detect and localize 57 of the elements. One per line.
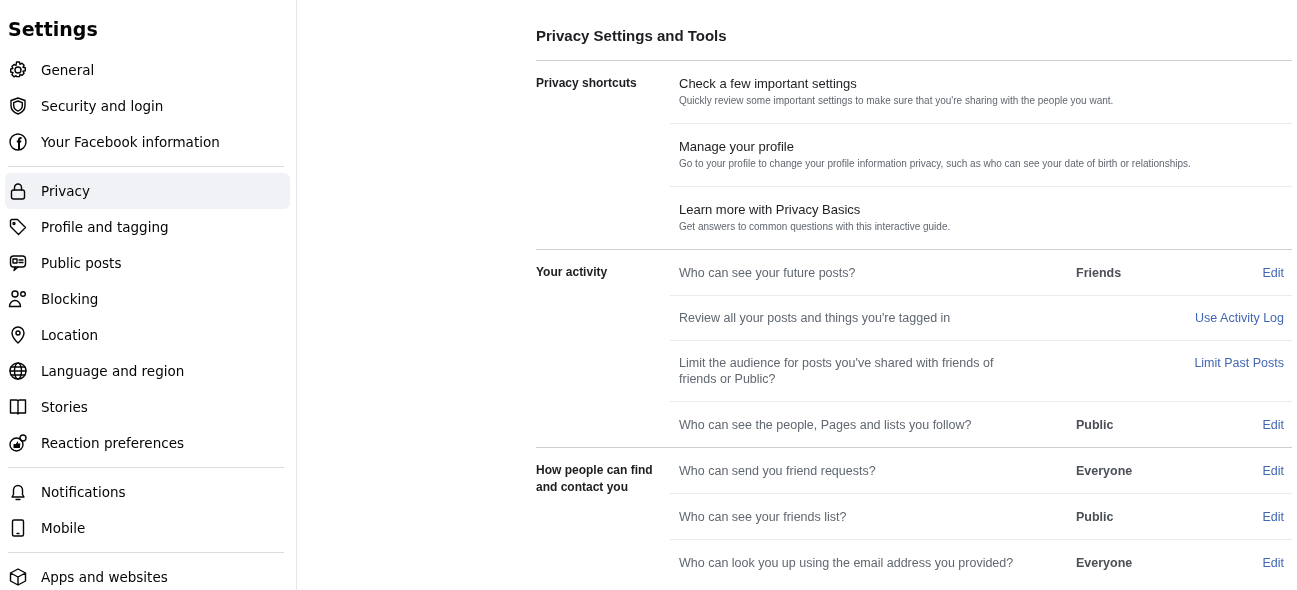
bell-icon <box>8 482 28 502</box>
sidebar-item[interactable]: Apps and websites <box>5 559 290 590</box>
sidebar-item[interactable]: Mobile <box>5 510 290 546</box>
sidebar-item[interactable]: Stories <box>5 389 290 425</box>
setting-question: Review all your posts and things you're tagged in <box>679 310 952 326</box>
setting-question: Who can look you up using the email address you provided? <box>679 555 1015 571</box>
page-title: Privacy Settings and Tools <box>536 26 728 46</box>
action-link[interactable]: Limit Past Posts <box>1194 355 1284 371</box>
shortcut-link[interactable]: Manage your profile <box>679 139 794 155</box>
action-link[interactable]: Edit <box>1262 265 1284 281</box>
sidebar-item[interactable]: Reaction preferences <box>5 425 290 461</box>
people-icon <box>8 289 28 309</box>
sidebar-item[interactable]: General <box>5 52 290 88</box>
setting-question: Who can see your future posts? <box>679 265 857 281</box>
setting-value: Public <box>1076 418 1114 432</box>
sidebar-item[interactable]: Public posts <box>5 245 290 281</box>
sidebar-title: Settings <box>7 17 99 42</box>
gear-icon <box>8 60 28 80</box>
setting-value: Friends <box>1076 266 1122 280</box>
shortcut-description: Quickly review some important settings to make sure that you're sharing with the people you want. <box>679 94 1114 108</box>
globe-icon <box>8 361 28 381</box>
section-label: Privacy shortcuts <box>536 75 638 92</box>
speech-bubble-icon <box>8 253 28 273</box>
setting-question: Who can see your friends list? <box>679 509 848 525</box>
setting-value: Public <box>1076 510 1114 524</box>
shortcut-link[interactable]: Check a few important settings <box>679 76 857 92</box>
shortcut-link[interactable]: Learn more with Privacy Basics <box>679 202 861 218</box>
circle-f-icon <box>8 132 28 152</box>
cube-icon <box>8 567 28 587</box>
book-icon <box>8 397 28 417</box>
location-pin-icon <box>8 325 28 345</box>
shortcut-description: Go to your profile to change your profile information privacy, such as who can see your date of birth or relationships. <box>679 157 1191 171</box>
sidebar-item[interactable]: Privacy <box>5 173 290 209</box>
shield-icon <box>8 96 28 116</box>
section-label: Your activity <box>536 264 609 281</box>
sidebar-item[interactable]: Language and region <box>5 353 290 389</box>
setting-question: Limit the audience for posts you've shared with friends of friends or Public? <box>679 355 995 387</box>
setting-value: Everyone <box>1076 464 1133 478</box>
setting-value: Everyone <box>1076 556 1133 570</box>
thumbs-up-icon <box>8 433 28 453</box>
setting-question: Who can see the people, Pages and lists you follow? <box>679 417 973 433</box>
sidebar-item[interactable]: Your Facebook information <box>5 124 290 160</box>
action-link[interactable]: Edit <box>1262 463 1284 479</box>
tag-icon <box>8 217 28 237</box>
sidebar-item[interactable]: Security and login <box>5 88 290 124</box>
section-label: How people can find and contact you <box>536 462 654 496</box>
action-link[interactable]: Edit <box>1262 417 1284 433</box>
action-link[interactable]: Edit <box>1262 509 1284 525</box>
sidebar-item[interactable]: Location <box>5 317 290 353</box>
lock-icon <box>8 181 28 201</box>
sidebar-item[interactable]: Notifications <box>5 474 290 510</box>
sidebar-item[interactable]: Blocking <box>5 281 290 317</box>
action-link[interactable]: Edit <box>1262 555 1284 571</box>
sidebar-item[interactable]: Profile and tagging <box>5 209 290 245</box>
shortcut-description: Get answers to common questions with this interactive guide. <box>679 220 951 234</box>
setting-question: Who can send you friend requests? <box>679 463 877 479</box>
action-link[interactable]: Use Activity Log <box>1195 310 1284 326</box>
